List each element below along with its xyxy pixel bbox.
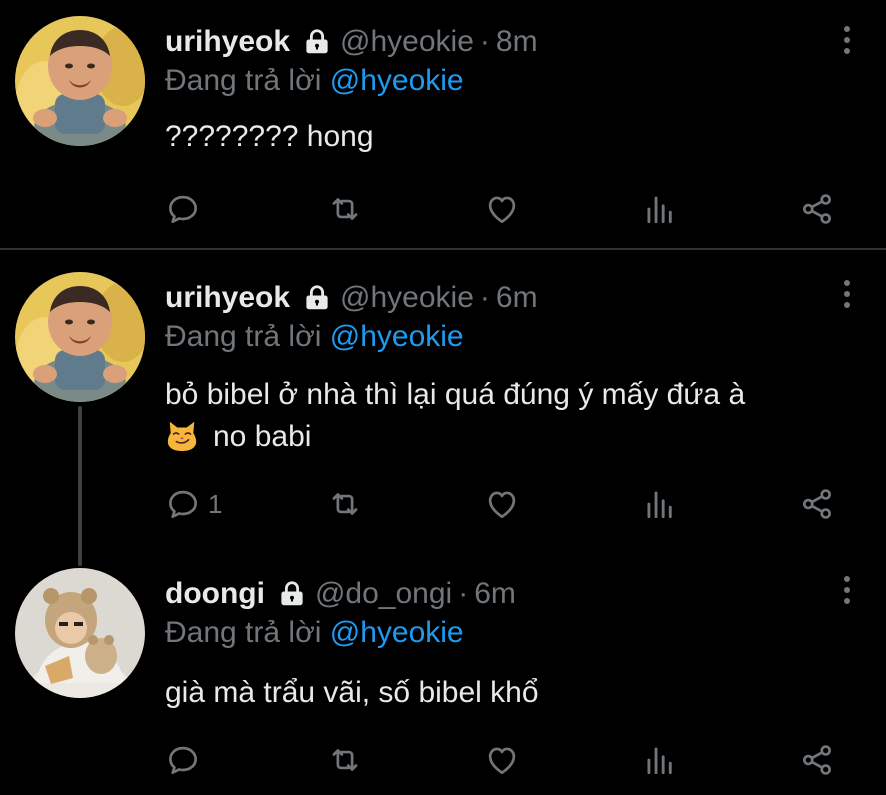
retweet-icon (326, 485, 364, 523)
tweet-1[interactable]: urihyeok @hyeokie · 8m Đang trả lời @hye… (0, 0, 886, 248)
tweet-text-line: bỏ bibel ở nhà thì lại quá đúng ý mấy đứ… (165, 378, 746, 411)
tweet-text: ???????? hong (165, 120, 374, 153)
heart-icon (483, 485, 521, 523)
comment-icon (164, 741, 202, 779)
mention-link[interactable]: @hyeokie (330, 64, 464, 97)
like-button[interactable] (483, 482, 521, 526)
timestamp[interactable]: 6m (474, 579, 516, 609)
analytics-icon (641, 190, 679, 228)
heart-icon (483, 741, 521, 779)
analytics-button[interactable] (641, 482, 679, 526)
retweet-button[interactable] (326, 482, 364, 526)
share-button[interactable] (798, 482, 836, 526)
like-button[interactable] (483, 738, 521, 782)
avatar[interactable] (15, 16, 145, 146)
like-button[interactable] (483, 187, 521, 231)
analytics-icon (641, 485, 679, 523)
retweet-button[interactable] (326, 738, 364, 782)
separator-dot: · (479, 25, 490, 58)
replying-to: Đang trả lời @hyeokie (165, 616, 464, 650)
tweet-header: urihyeok @hyeokie · 8m (165, 20, 538, 64)
tweet-text-tail: no babi (213, 420, 312, 453)
more-vertical-icon[interactable] (832, 274, 862, 314)
more-vertical-icon[interactable] (832, 570, 862, 610)
more-vertical-icon[interactable] (832, 20, 862, 60)
tweet-2[interactable]: urihyeok @hyeokie · 6m Đang trả lời @hye… (0, 250, 886, 566)
avatar-photo (15, 568, 145, 698)
timestamp[interactable]: 8m (496, 27, 538, 57)
display-name[interactable]: urihyeok (165, 283, 290, 313)
tweet-text-line: no babi (165, 416, 855, 458)
replying-prefix: Đang trả lời (165, 616, 330, 649)
mention-link[interactable]: @hyeokie (330, 320, 464, 353)
replying-prefix: Đang trả lời (165, 64, 330, 97)
smirking-cat-emoji (165, 418, 199, 452)
reply-button[interactable] (164, 187, 208, 231)
retweet-icon (326, 190, 364, 228)
analytics-button[interactable] (641, 187, 679, 231)
tweet-text: già mà trẩu vãi, số bibel khổ (165, 676, 539, 709)
separator-dot: · (479, 281, 490, 314)
replying-prefix: Đang trả lời (165, 320, 330, 353)
avatar[interactable] (15, 272, 145, 402)
display-name[interactable]: doongi (165, 579, 265, 609)
action-bar (0, 187, 886, 231)
user-handle[interactable]: @hyeokie (340, 283, 474, 313)
user-handle[interactable]: @hyeokie (340, 27, 474, 57)
lock-icon (277, 579, 307, 609)
share-icon (798, 485, 836, 523)
share-icon (798, 741, 836, 779)
lock-icon (302, 27, 332, 57)
share-button[interactable] (798, 738, 836, 782)
reply-count: 1 (208, 488, 223, 519)
share-button[interactable] (798, 187, 836, 231)
analytics-icon (641, 741, 679, 779)
action-bar: 1 (0, 482, 886, 526)
reply-button[interactable]: 1 (164, 482, 222, 526)
tweet-text: bỏ bibel ở nhà thì lại quá đúng ý mấy đứ… (165, 374, 855, 458)
replying-to: Đang trả lời @hyeokie (165, 320, 464, 354)
reply-button[interactable] (164, 738, 208, 782)
mention-link[interactable]: @hyeokie (330, 616, 464, 649)
share-icon (798, 190, 836, 228)
separator-dot: · (458, 577, 469, 610)
timestamp[interactable]: 6m (496, 283, 538, 313)
avatar-photo (15, 16, 145, 146)
comment-icon (164, 190, 202, 228)
avatar-photo (15, 272, 145, 402)
lock-icon (302, 283, 332, 313)
tweet-header: urihyeok @hyeokie · 6m (165, 276, 538, 320)
tweet-header: doongi @do_ongi · 6m (165, 572, 516, 616)
analytics-button[interactable] (641, 738, 679, 782)
avatar[interactable] (15, 568, 145, 698)
display-name[interactable]: urihyeok (165, 27, 290, 57)
retweet-button[interactable] (326, 187, 364, 231)
user-handle[interactable]: @do_ongi (315, 579, 452, 609)
replying-to: Đang trả lời @hyeokie (165, 64, 464, 98)
comment-icon (164, 485, 202, 523)
tweet-3[interactable]: doongi @do_ongi · 6m Đang trả lời @hyeok… (0, 548, 886, 795)
action-bar (0, 738, 886, 782)
retweet-icon (326, 741, 364, 779)
heart-icon (483, 190, 521, 228)
